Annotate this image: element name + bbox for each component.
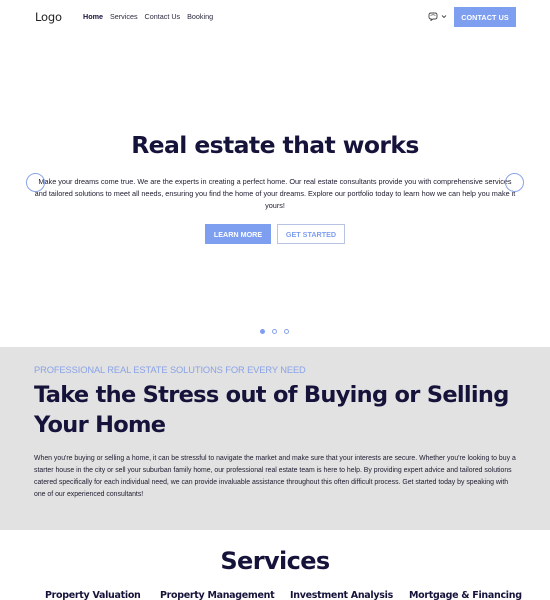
carousel-next-button[interactable] [505,173,524,192]
hero-description: Make your dreams come true. We are the e… [34,177,516,211]
contact-us-button[interactable]: CONTACT US [454,7,516,27]
about-eyebrow: PROFESSIONAL REAL ESTATE SOLUTIONS FOR E… [34,365,306,375]
nav-links: Home Services Contact Us Booking [83,12,220,21]
about-section: PROFESSIONAL REAL ESTATE SOLUTIONS FOR E… [0,347,550,530]
nav-link-home[interactable]: Home [83,12,103,21]
learn-more-button[interactable]: LEARN MORE [205,224,271,244]
hero-carousel: Real estate that works Make your dreams … [0,36,550,347]
hero-title: Real estate that works [131,131,419,159]
hero-buttons: LEARN MORE GET STARTED [205,224,345,244]
chevron-down-icon [441,14,447,19]
globe-icon [428,12,438,21]
about-description: When you're buying or selling a home, it… [34,455,516,498]
carousel-prev-button[interactable] [26,173,45,192]
nav-link-services[interactable]: Services [110,12,138,21]
nav-link-contact-us[interactable]: Contact Us [145,12,181,21]
service-property-valuation[interactable]: Property Valuation [45,590,141,600]
service-investment-analysis[interactable]: Investment Analysis [290,590,393,600]
carousel-dot-1[interactable] [260,329,265,334]
carousel-dot-2[interactable] [272,329,277,334]
nav-link-booking[interactable]: Booking [187,12,213,21]
services-section: Services Property Valuation Property Man… [0,530,550,600]
carousel-indicators [260,329,289,334]
service-property-management[interactable]: Property Management [160,590,275,600]
language-selector[interactable] [428,12,447,21]
logo[interactable]: Logo [35,10,62,24]
carousel-dot-3[interactable] [284,329,289,334]
navbar: Logo Home Services Contact Us Booking CO… [0,0,550,36]
get-started-button[interactable]: GET STARTED [277,224,345,244]
about-title: Take the Stress out of Buying or Selling… [34,382,509,438]
services-title: Services [220,547,330,575]
service-mortgage-financing[interactable]: Mortgage & Financing [409,590,522,600]
